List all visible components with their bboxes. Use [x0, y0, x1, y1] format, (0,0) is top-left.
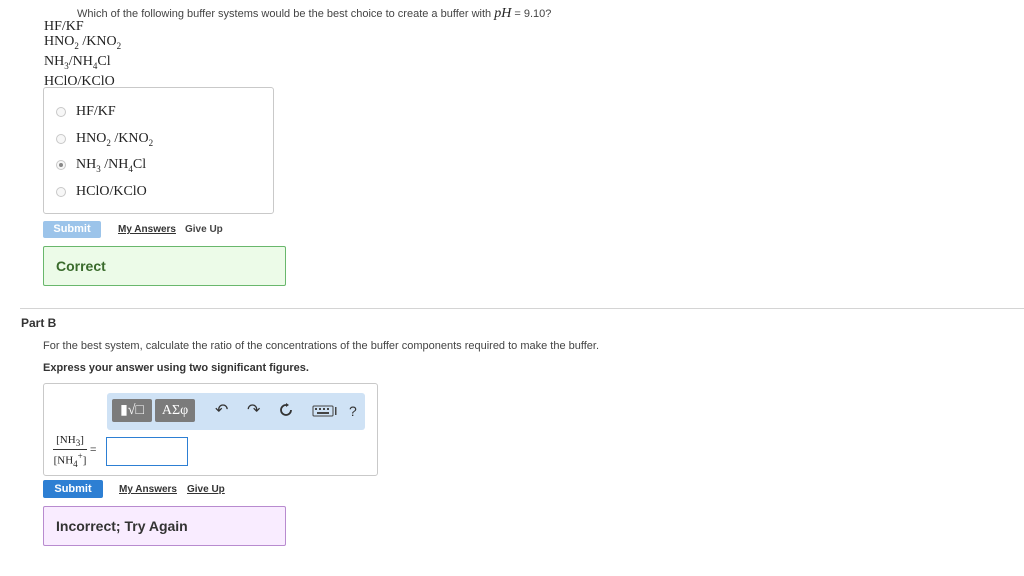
choice-label: HClO/KClO: [76, 184, 147, 199]
reset-icon[interactable]: [279, 403, 293, 421]
formula-item: HNO2 /KNO2: [44, 34, 122, 51]
question-prefix: Which of the following buffer systems wo…: [77, 8, 492, 20]
feedback-incorrect: Incorrect; Try Again: [43, 506, 286, 546]
answer-input[interactable]: [106, 437, 188, 466]
equals-sign: =: [90, 444, 97, 456]
choice-box: HF/KF HNO2 /KNO2 NH3 /NH4Cl HClO/KClO: [43, 87, 274, 214]
formula-item: NH3/NH4Cl: [44, 53, 111, 71]
math-toolbar: ▮√□ ΑΣφ ↶ ↷ ?: [107, 393, 365, 430]
help-icon[interactable]: ?: [349, 403, 357, 419]
fraction-denominator: [NH4+]: [53, 451, 87, 470]
section-divider: [20, 308, 1024, 309]
give-up-link-part-b[interactable]: Give Up: [187, 484, 225, 495]
fraction-numerator: [NH3]: [53, 434, 87, 451]
choice-hclo-kclo[interactable]: HClO/KClO: [56, 184, 147, 200]
submit-button-part-a[interactable]: Submit: [43, 221, 101, 238]
formula-item: HF/KF: [44, 19, 84, 34]
radio-button-selected[interactable]: [56, 160, 66, 171]
redo-icon[interactable]: ↷: [247, 403, 260, 419]
my-answers-link-part-a[interactable]: My Answers: [118, 224, 176, 235]
radio-button[interactable]: [56, 134, 66, 145]
keyboard-icon[interactable]: [312, 405, 338, 421]
submit-button-part-b[interactable]: Submit: [43, 480, 103, 498]
undo-icon[interactable]: ↶: [215, 403, 228, 419]
part-b-instruction: For the best system, calculate the ratio…: [43, 340, 600, 352]
choice-hf-kf[interactable]: HF/KF: [56, 104, 116, 120]
part-b-label[interactable]: Part B: [21, 316, 56, 330]
radio-button[interactable]: [56, 107, 66, 117]
give-up-button-part-a[interactable]: Give Up: [185, 224, 223, 235]
question-text: Which of the following buffer systems wo…: [77, 6, 551, 22]
feedback-correct: Correct: [43, 246, 286, 286]
question-variable: pH: [494, 6, 512, 21]
choice-label: HNO2 /KNO2: [76, 131, 154, 148]
radio-button[interactable]: [56, 187, 66, 197]
question-suffix: = 9.10?: [511, 8, 552, 20]
choice-nh3-nh4cl[interactable]: NH3 /NH4Cl: [56, 157, 146, 174]
formula-list: HF/KF HNO2 /KNO2 NH3/NH4Cl HClO/KClO: [44, 19, 121, 89]
choice-label: NH3 /NH4Cl: [76, 157, 147, 174]
my-answers-link-part-b[interactable]: My Answers: [119, 484, 177, 495]
choice-label: HF/KF: [76, 104, 116, 119]
part-b-express: Express your answer using two significan…: [43, 362, 309, 374]
ratio-fraction: [NH3] [NH4+]: [53, 434, 87, 469]
templates-button[interactable]: ▮√□: [112, 399, 152, 422]
greek-symbols-button[interactable]: ΑΣφ: [155, 399, 195, 422]
choice-hno2-kno2[interactable]: HNO2 /KNO2: [56, 131, 153, 148]
